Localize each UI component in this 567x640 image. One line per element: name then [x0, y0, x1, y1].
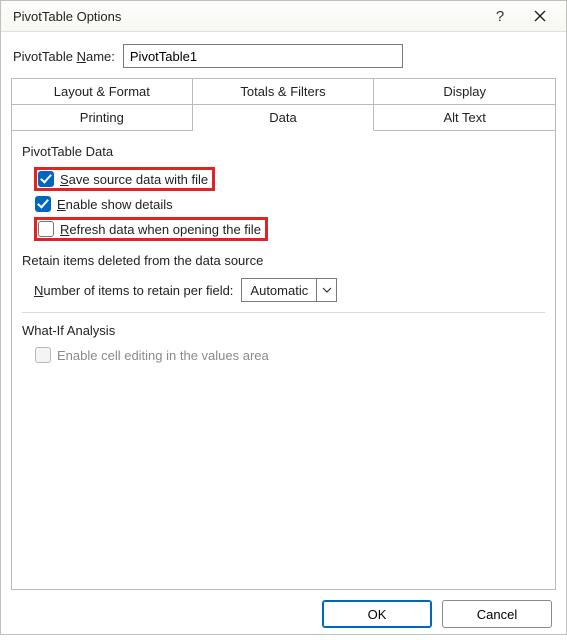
section-pivottable-data: PivotTable Data	[22, 144, 545, 159]
checkbox-enable-cell-editing	[35, 347, 51, 363]
retain-items-label: Number of items to retain per field:	[34, 283, 233, 298]
pivottable-name-label: PivotTable Name:	[13, 49, 115, 64]
dialog-title: PivotTable Options	[13, 9, 480, 24]
chevron-down-icon	[322, 287, 332, 293]
checkbox-save-source-data-row[interactable]: Save source data with file	[34, 167, 215, 191]
pivottable-name-row: PivotTable Name:	[1, 32, 566, 78]
tab-alt-text[interactable]: Alt Text	[374, 105, 556, 131]
question-icon: ?	[496, 8, 504, 25]
checkbox-enable-cell-editing-label: Enable cell editing in the values area	[57, 348, 269, 363]
ok-button[interactable]: OK	[322, 600, 432, 628]
retain-items-select[interactable]: Automatic	[241, 278, 337, 302]
checkbox-enable-show-details[interactable]	[35, 196, 51, 212]
pivottable-name-input[interactable]	[123, 44, 403, 68]
help-button[interactable]: ?	[480, 1, 520, 31]
checkbox-enable-show-details-label: Enable show details	[57, 197, 173, 212]
titlebar: PivotTable Options ?	[1, 1, 566, 32]
tabs-row-1: Layout & Format Totals & Filters Display	[11, 78, 556, 105]
close-icon	[534, 10, 546, 22]
checkbox-refresh-on-open-row[interactable]: Refresh data when opening the file	[34, 217, 268, 241]
checkbox-save-source-data-label: Save source data with file	[60, 172, 208, 187]
checkbox-refresh-on-open[interactable]	[38, 221, 54, 237]
dialog-footer: OK Cancel	[1, 590, 566, 640]
checkbox-enable-show-details-row[interactable]: Enable show details	[34, 195, 177, 213]
retain-items-row: Number of items to retain per field: Aut…	[34, 278, 547, 302]
cancel-button[interactable]: Cancel	[442, 600, 552, 628]
tab-display[interactable]: Display	[374, 78, 556, 105]
tab-totals-filters[interactable]: Totals & Filters	[193, 78, 375, 105]
tab-panel-data: PivotTable Data Save source data with fi…	[11, 130, 556, 590]
tab-strip: Layout & Format Totals & Filters Display…	[1, 78, 566, 590]
separator	[22, 312, 545, 313]
section-retain-items: Retain items deleted from the data sourc…	[22, 253, 545, 268]
retain-items-select-button[interactable]	[316, 279, 336, 301]
checkbox-save-source-data[interactable]	[38, 171, 54, 187]
tab-data[interactable]: Data	[193, 105, 375, 131]
checkbox-enable-cell-editing-row: Enable cell editing in the values area	[34, 346, 273, 364]
checkbox-refresh-on-open-label: Refresh data when opening the file	[60, 222, 261, 237]
pivottable-options-dialog: PivotTable Options ? PivotTable Name: La…	[0, 0, 567, 635]
tab-layout-format[interactable]: Layout & Format	[11, 78, 193, 105]
retain-items-select-value: Automatic	[242, 283, 316, 298]
tabs-row-2: Printing Data Alt Text	[11, 105, 556, 131]
close-button[interactable]	[520, 1, 560, 31]
section-whatif: What-If Analysis	[22, 323, 545, 338]
tab-printing[interactable]: Printing	[11, 105, 193, 131]
